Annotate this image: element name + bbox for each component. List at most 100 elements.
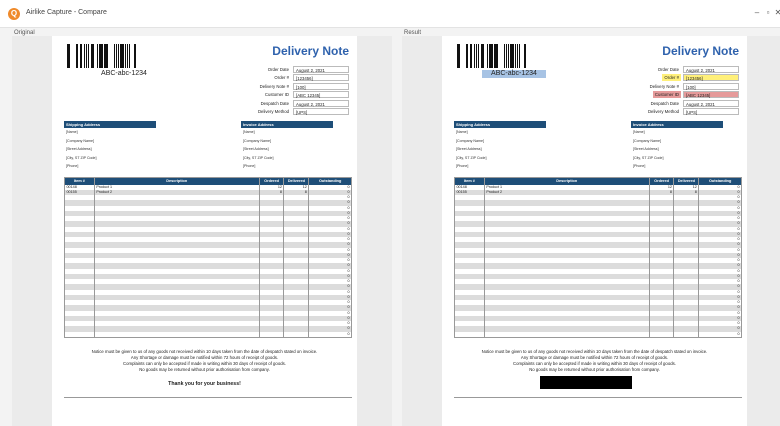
barcode-image [457, 44, 549, 68]
maximize-icon[interactable]: ▫ [763, 8, 773, 18]
notice-text: Notice must be given to us of any goods … [452, 349, 737, 373]
address-line: [Name] [243, 130, 255, 134]
invoice-address: Invoice Address [Name] [Company Name] [Stre… [241, 121, 333, 171]
document-title: Delivery Note [272, 44, 349, 58]
address-line: [Name] [633, 130, 645, 134]
info-value: [123456] [293, 74, 349, 82]
info-row: Delivery Note # [100] [620, 82, 740, 91]
app-logo-icon: Q [8, 8, 20, 20]
items-table: Item # Description Ordered Delivered Outstan… [454, 177, 742, 338]
delivery-note-page: ABC-abc-1234 Delivery Note Order Date Augus… [52, 36, 357, 426]
original-pane[interactable]: ABC-abc-1234 Delivery Note Order Date Augus… [12, 36, 392, 426]
info-value: [ABC 12345] [293, 91, 349, 99]
table-cell [65, 331, 95, 337]
address-line: [Phone] [243, 164, 256, 169]
info-label: Customer ID [264, 92, 289, 98]
window-title: Airlike Capture - Compare [26, 9, 107, 16]
info-row: Delivery Method [UPS] [620, 107, 740, 116]
info-row: Despatch Date August 2, 2021 [230, 99, 350, 108]
table-row: 0 [455, 331, 741, 337]
info-label: Delivery Method [647, 108, 679, 114]
info-label: Delivery Note # [649, 83, 679, 89]
info-label: Order Date [657, 67, 679, 72]
info-row: Order Date August 2, 2021 [230, 66, 350, 74]
address-line: [Company Name] [66, 138, 94, 143]
info-value: [123456] [683, 74, 739, 82]
address-line: [Company Name] [633, 138, 661, 143]
shipping-address: Shipping Address [Name] [Company Name] [Str… [454, 121, 546, 171]
info-row: Customer ID [ABC 12345] [230, 91, 350, 99]
items-table: Item # Description Ordered Delivered Outstan… [64, 177, 352, 338]
info-value: August 2, 2021 [293, 66, 349, 73]
close-icon[interactable]: ✕ [773, 8, 780, 18]
address-line: [Phone] [633, 164, 646, 169]
address-line: [Street Address] [243, 147, 269, 152]
address-line: [Company Name] [456, 138, 484, 143]
info-value: [UPS] [293, 107, 349, 115]
document-title: Delivery Note [662, 44, 739, 58]
table-cell: 0 [737, 331, 740, 336]
address-line: [Street Address] [633, 147, 659, 152]
notice-text: Notice must be given to us of any goods … [62, 349, 347, 373]
info-row: Order # [123456] [620, 74, 740, 82]
address-line: [City, ST ZIP Code] [633, 155, 664, 160]
address-line: [Name] [456, 130, 468, 134]
table-cell [260, 331, 285, 337]
info-value: [100] [683, 82, 739, 90]
footer-divider [64, 397, 352, 398]
info-value: August 2, 2021 [683, 99, 739, 107]
info-row: Order Date August 2, 2021 [620, 66, 740, 74]
address-line: [City, ST ZIP Code] [66, 155, 97, 160]
order-info: Order Date August 2, 2021 Order # [123456] D… [620, 66, 740, 116]
order-info: Order Date August 2, 2021 Order # [123456] D… [230, 66, 350, 116]
info-row: Despatch Date August 2, 2021 [620, 99, 740, 108]
table-cell [455, 331, 485, 337]
table-cell [95, 331, 260, 337]
redaction-box [540, 376, 632, 389]
info-label: Delivery Method [257, 108, 289, 114]
title-bar: Q Airlike Capture - Compare – ▫ ✕ [0, 0, 780, 28]
footer-divider [454, 397, 742, 398]
notice-line: No goods may be returned without prior a… [139, 367, 270, 372]
address-line: [City, ST ZIP Code] [456, 155, 487, 160]
address-line: [Street Address] [66, 147, 92, 152]
info-row: Order # [123456] [230, 74, 350, 82]
barcode-text: ABC-abc-1234 [482, 70, 546, 78]
address-line: [Phone] [456, 164, 469, 169]
barcode-image [67, 44, 159, 68]
shipping-address-heading: Shipping Address [64, 121, 156, 128]
table-cell [284, 331, 310, 337]
address-line: [Name] [66, 130, 78, 134]
table-row: 0 [65, 331, 351, 337]
address-line: [Phone] [66, 164, 79, 169]
info-value: August 2, 2021 [683, 66, 739, 73]
info-label: Despatch Date [260, 100, 289, 106]
barcode-text: ABC-abc-1234 [101, 70, 147, 77]
delivery-note-page: ABC-abc-1234 Delivery Note Order Date Augus… [442, 36, 747, 426]
thank-you-text: Thank you for your business! [168, 381, 241, 387]
invoice-address-heading: Invoice Address [631, 121, 723, 128]
info-value: [ABC 12345] [683, 91, 739, 99]
info-label: Order # [274, 75, 289, 81]
info-row: Customer ID [ABC 12345] [620, 91, 740, 99]
invoice-address-heading: Invoice Address [241, 121, 333, 128]
table-cell [674, 331, 700, 337]
info-row: Delivery Method [UPS] [230, 107, 350, 116]
info-label: Order # [662, 74, 681, 82]
table-cell [485, 331, 650, 337]
address-line: [Street Address] [456, 147, 482, 152]
shipping-address-heading: Shipping Address [454, 121, 546, 128]
info-value: August 2, 2021 [293, 99, 349, 107]
table-cell: 0 [347, 331, 350, 336]
info-label: Order Date [267, 67, 289, 72]
info-row: Delivery Note # [100] [230, 82, 350, 91]
invoice-address: Invoice Address [Name] [Company Name] [Stre… [631, 121, 723, 171]
shipping-address: Shipping Address [Name] [Company Name] [Str… [64, 121, 156, 171]
minimize-icon[interactable]: – [752, 8, 762, 18]
result-pane[interactable]: ABC-abc-1234 Delivery Note Order Date Augus… [402, 36, 780, 426]
info-label: Despatch Date [650, 100, 679, 106]
notice-line: No goods may be returned without prior a… [529, 367, 660, 372]
info-label: Delivery Note # [259, 83, 289, 89]
address-line: [Company Name] [243, 138, 271, 143]
info-value: [UPS] [683, 107, 739, 115]
